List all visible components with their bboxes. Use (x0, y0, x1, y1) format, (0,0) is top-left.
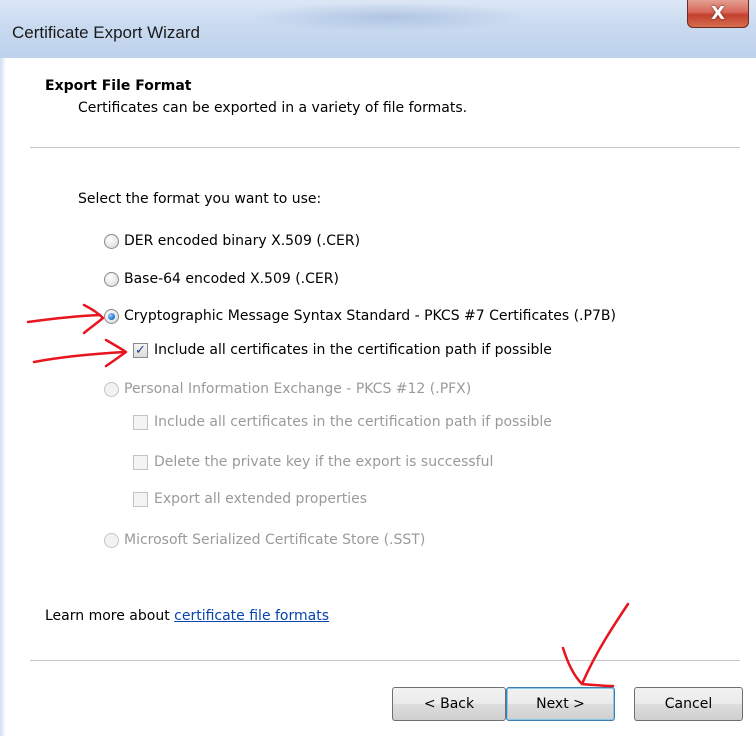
radio-pkcs7-option[interactable]: Cryptographic Message Syntax Standard - … (104, 308, 616, 324)
page-title: Export File Format (45, 78, 192, 94)
checkbox-export-extended-properties-option[interactable]: Export all extended properties (133, 491, 367, 507)
close-icon: X (711, 3, 725, 24)
window-frame-edge (0, 58, 6, 736)
checkbox-export-extended-properties[interactable] (133, 491, 148, 507)
radio-der[interactable] (104, 233, 119, 249)
radio-pfx-label: Personal Information Exchange - PKCS #12… (124, 381, 472, 397)
radio-sst[interactable] (104, 532, 119, 548)
checkbox-export-extended-properties-label: Export all extended properties (154, 491, 367, 507)
checkbox-delete-private-key-label: Delete the private key if the export is … (154, 454, 494, 470)
radio-sst-label: Microsoft Serialized Certificate Store (… (124, 532, 426, 548)
checkbox-delete-private-key-option[interactable]: Delete the private key if the export is … (133, 454, 493, 470)
title-bar[interactable]: Certificate Export Wizard X (0, 0, 756, 58)
cancel-button[interactable]: Cancel (634, 687, 743, 721)
checkbox-pfx-include-all-label: Include all certificates in the certific… (154, 414, 552, 430)
checkbox-pkcs7-include-all-option[interactable]: ✓ Include all certificates in the certif… (133, 342, 552, 358)
radio-base64-label: Base-64 encoded X.509 (.CER) (124, 271, 339, 287)
learn-more-prefix: Learn more about (45, 608, 175, 624)
header-divider (30, 147, 740, 149)
wizard-window: Certificate Export Wizard X Export File … (0, 0, 756, 736)
checkbox-pfx-include-all-option[interactable]: Include all certificates in the certific… (133, 414, 552, 430)
format-prompt: Select the format you want to use: (78, 191, 322, 207)
radio-base64[interactable] (104, 271, 119, 287)
checkbox-pkcs7-include-all-label: Include all certificates in the certific… (154, 342, 552, 358)
next-button[interactable]: Next > (506, 687, 615, 721)
arrow-annotation-pkcs7 (26, 303, 105, 335)
checkbox-delete-private-key[interactable] (133, 454, 148, 470)
checkbox-pkcs7-include-all[interactable]: ✓ (133, 342, 148, 358)
radio-pkcs7-label: Cryptographic Message Syntax Standard - … (124, 308, 616, 324)
arrow-annotation-checkbox (32, 338, 128, 368)
title-bar-glow (250, 2, 530, 32)
radio-base64-option[interactable]: Base-64 encoded X.509 (.CER) (104, 271, 339, 287)
checkmark-icon: ✓ (135, 342, 146, 358)
back-button[interactable]: < Back (392, 687, 506, 721)
radio-pfx-option[interactable]: Personal Information Exchange - PKCS #12… (104, 381, 471, 397)
radio-der-label: DER encoded binary X.509 (.CER) (124, 233, 361, 249)
radio-pfx[interactable] (104, 381, 119, 397)
window-title: Certificate Export Wizard (12, 23, 200, 42)
radio-sst-option[interactable]: Microsoft Serialized Certificate Store (… (104, 532, 425, 548)
arrow-annotation-next (561, 602, 630, 688)
checkbox-pfx-include-all[interactable] (133, 414, 148, 430)
radio-pkcs7[interactable] (104, 308, 119, 324)
radio-der-option[interactable]: DER encoded binary X.509 (.CER) (104, 233, 360, 249)
learn-more-text: Learn more about certificate file format… (45, 608, 329, 624)
certificate-file-formats-link[interactable]: certificate file formats (174, 608, 329, 624)
close-button[interactable]: X (687, 0, 749, 28)
footer-divider (30, 660, 740, 662)
page-subtitle: Certificates can be exported in a variet… (78, 100, 468, 116)
